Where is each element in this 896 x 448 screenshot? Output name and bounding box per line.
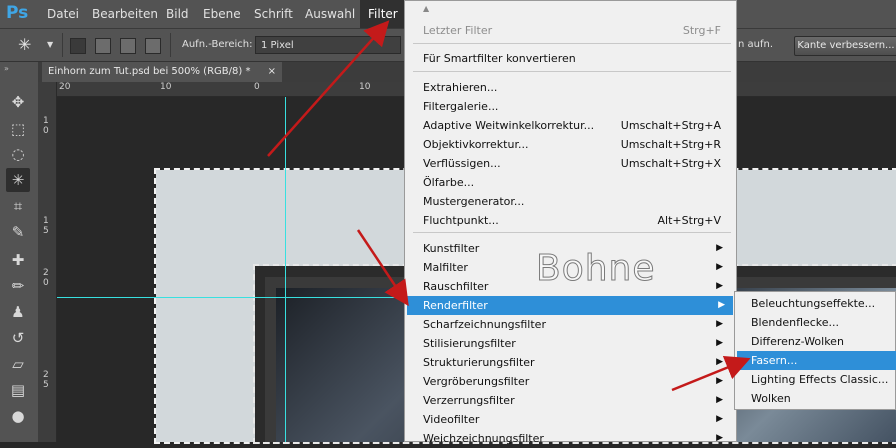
- arrow-to-renderfilter: [356, 229, 409, 307]
- arrow-to-fasern: [671, 355, 751, 392]
- annotation-arrows: [267, 20, 751, 392]
- arrow-to-filter-menu: [267, 20, 390, 157]
